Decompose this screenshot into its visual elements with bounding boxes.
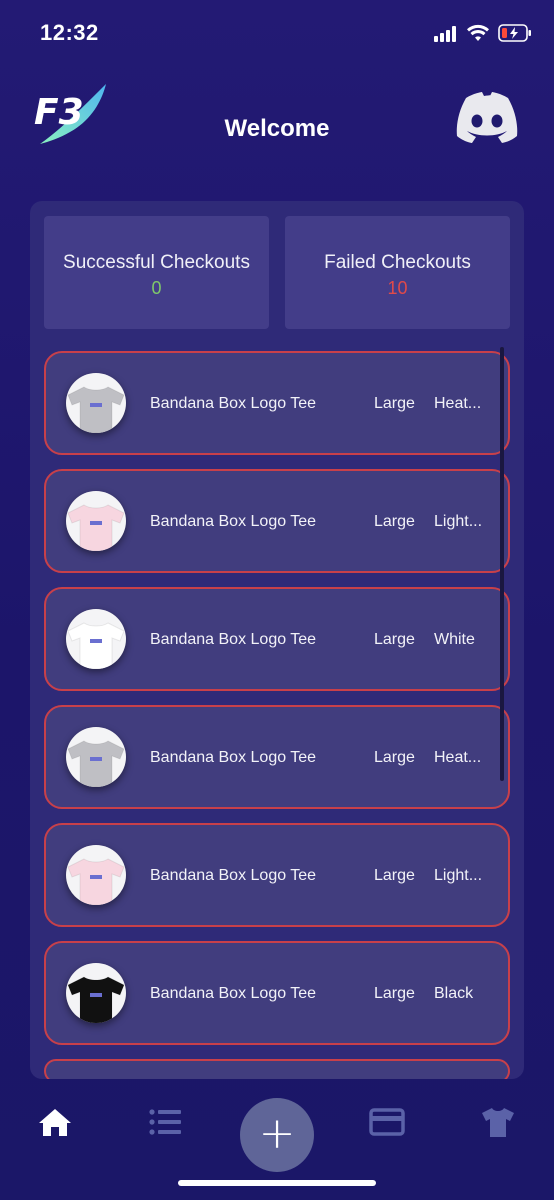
signal-icon (434, 26, 458, 42)
item-size: Large (374, 395, 415, 412)
checkout-item[interactable]: Bandana Box Logo Tee Large Black (44, 941, 510, 1045)
item-name: Bandana Box Logo Tee (150, 395, 317, 412)
list-icon[interactable] (147, 1106, 183, 1138)
item-size: Large (374, 867, 415, 884)
stat-value: 10 (387, 278, 408, 298)
stat-value: 0 (151, 278, 162, 298)
item-name: Bandana Box Logo Tee (150, 985, 317, 1002)
add-button[interactable]: + (240, 1098, 314, 1172)
item-size: Large (374, 985, 415, 1002)
item-color: White (434, 631, 475, 648)
item-name: Bandana Box Logo Tee (150, 631, 317, 648)
checkout-item[interactable]: Bandana Box Logo Tee Large Heat... (44, 351, 510, 455)
item-color: Heat... (434, 749, 482, 766)
item-name: Bandana Box Logo Tee (150, 749, 317, 766)
item-size: Large (374, 749, 415, 766)
successful-checkouts-card: Successful Checkouts 0 (44, 216, 269, 329)
product-thumbnail (66, 845, 126, 905)
product-thumbnail (66, 963, 126, 1023)
checkout-panel: Successful Checkouts 0 Failed Checkouts … (30, 201, 524, 1079)
product-thumbnail (66, 491, 126, 551)
item-name: Bandana Box Logo Tee (150, 513, 317, 530)
item-color: Light... (434, 513, 483, 530)
item-name: Bandana Box Logo Tee (150, 867, 317, 884)
failed-checkouts-card: Failed Checkouts 10 (285, 216, 510, 329)
item-color: Light... (434, 867, 483, 884)
item-size: Large (374, 631, 415, 648)
battery-icon (498, 24, 531, 42)
shirt-icon[interactable] (480, 1106, 516, 1138)
stat-label: Failed Checkouts (324, 252, 471, 273)
checkout-item-partial[interactable] (44, 1059, 510, 1079)
card-icon[interactable] (369, 1106, 405, 1138)
checkout-item[interactable]: Bandana Box Logo Tee Large Light... (44, 469, 510, 573)
scrollbar[interactable] (500, 347, 504, 781)
product-thumbnail (66, 727, 126, 787)
product-thumbnail (66, 373, 126, 433)
product-thumbnail (66, 609, 126, 669)
checkout-item[interactable]: Bandana Box Logo Tee Large Heat... (44, 705, 510, 809)
item-size: Large (374, 513, 415, 530)
status-bar: 12:32 (0, 0, 554, 70)
discord-icon[interactable] (452, 90, 522, 144)
wifi-icon (467, 24, 489, 41)
home-indicator (178, 1180, 376, 1186)
item-color: Heat... (434, 395, 482, 412)
item-color: Black (434, 985, 474, 1002)
checkout-item[interactable]: Bandana Box Logo Tee Large Light... (44, 823, 510, 927)
stat-label: Successful Checkouts (63, 252, 250, 273)
home-icon[interactable] (37, 1106, 73, 1138)
status-time: 12:32 (40, 20, 99, 45)
checkout-item[interactable]: Bandana Box Logo Tee Large White (44, 587, 510, 691)
